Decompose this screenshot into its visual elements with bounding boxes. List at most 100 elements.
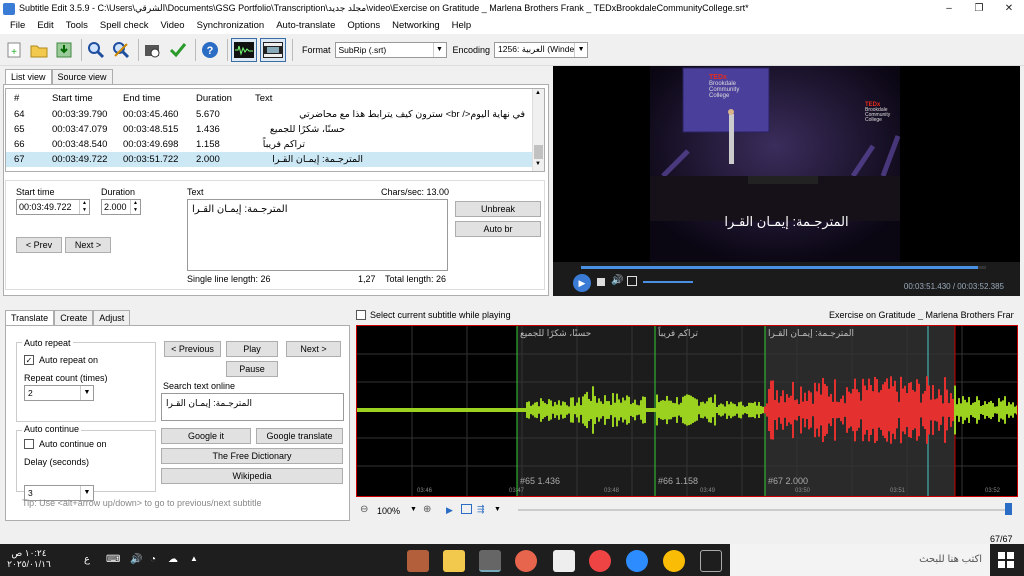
table-row[interactable]: 66 00:03:48.540 00:03:49.698 1.158 تراكم… (6, 137, 534, 152)
column-header-number[interactable]: # (14, 93, 19, 104)
google-it-button[interactable]: Google it (161, 428, 251, 444)
play-icon[interactable]: ▶ (573, 274, 591, 292)
audio-waveform[interactable]: حسنًا، شكرًا للجميع تراكم فريباً المترجـ… (356, 325, 1018, 497)
wifi-icon[interactable]: ◔ (150, 554, 156, 565)
tab-create[interactable]: Create (54, 310, 94, 325)
previous-button[interactable]: < Previous (164, 341, 221, 357)
menu-help[interactable]: Help (446, 20, 478, 31)
tab-list-view[interactable]: List view (5, 69, 52, 84)
column-header-text[interactable]: Text (255, 93, 272, 104)
free-dictionary-button[interactable]: The Free Dictionary (161, 448, 343, 464)
prev-button[interactable]: < Prev (16, 237, 62, 253)
open-folder-icon[interactable] (28, 39, 50, 61)
scroll-thumb[interactable] (534, 145, 543, 159)
minimize-button[interactable]: – (934, 3, 964, 14)
next-subtitle-button[interactable]: Next > (286, 341, 341, 357)
notepad-icon[interactable] (553, 550, 575, 572)
new-file-icon[interactable]: + (3, 39, 25, 61)
column-header-duration[interactable]: Duration (196, 93, 232, 104)
menu-edit[interactable]: Edit (31, 20, 59, 31)
close-button[interactable]: ✕ (994, 3, 1024, 14)
clock[interactable]: ١٠:٢٤ ص ٢٠٢٥/٠١/١٦ (4, 548, 54, 570)
save-icon[interactable] (53, 39, 75, 61)
encoding-select[interactable]: 1256: العربية (Winde ▼ (494, 41, 589, 58)
waveform-toggle-icon[interactable] (231, 37, 257, 62)
next-button[interactable]: Next > (65, 237, 111, 253)
taskbar-app-icon[interactable] (407, 550, 429, 572)
scroll-up-icon[interactable]: ▲ (535, 90, 541, 96)
auto-continue-checkbox[interactable] (24, 439, 34, 449)
table-row[interactable]: 65 00:03:47.079 00:03:48.515 1.436 حسنًا… (6, 122, 534, 137)
play-button[interactable]: Play (226, 341, 278, 357)
unbreak-button[interactable]: Unbreak (455, 201, 541, 217)
duration-input[interactable]: 2.000 ▲ ▼ (101, 199, 141, 215)
forward-chevron-down-icon[interactable]: ▼ (494, 506, 501, 513)
table-row-selected[interactable]: 67 00:03:49.722 00:03:51.722 2.000 المتر… (6, 152, 534, 167)
chrome-icon[interactable] (663, 550, 685, 572)
find-icon[interactable] (85, 39, 107, 61)
zoom-in-icon[interactable]: ⊕ (423, 504, 431, 515)
forward-icon[interactable]: ⇶ (477, 504, 485, 515)
start-time-input[interactable]: 00:03:49.722 ▲ ▼ (16, 199, 90, 215)
zoom-chevron-down-icon[interactable]: ▼ (410, 506, 417, 513)
scroll-down-icon[interactable]: ▼ (535, 161, 541, 167)
menu-auto-translate[interactable]: Auto-translate (270, 20, 341, 31)
menu-file[interactable]: File (4, 20, 31, 31)
menu-video[interactable]: Video (154, 20, 190, 31)
column-header-end[interactable]: End time (123, 93, 161, 104)
position-slider[interactable] (518, 509, 1008, 511)
keyboard-icon[interactable]: ⌨ (106, 554, 120, 565)
spin-arrows-icon[interactable]: ▲ ▼ (79, 200, 89, 214)
spell-check-icon[interactable] (167, 39, 189, 61)
menu-options[interactable]: Options (341, 20, 386, 31)
stop-icon[interactable] (597, 278, 605, 286)
volume-icon[interactable]: 🔊 (611, 275, 623, 286)
taskbar-app-icon[interactable] (515, 550, 537, 572)
subtitle-edit-taskbar-icon[interactable] (479, 550, 501, 572)
volume-slider[interactable] (643, 281, 693, 283)
volume-tray-icon[interactable]: 🔊 (130, 554, 142, 565)
maximize-button[interactable]: ❐ (964, 3, 994, 14)
visual-sync-icon[interactable] (142, 39, 164, 61)
format-select[interactable]: SubRip (.srt) ▼ (334, 41, 447, 58)
auto-br-button[interactable]: Auto br (455, 221, 541, 237)
tab-adjust[interactable]: Adjust (93, 310, 131, 325)
fullscreen-icon[interactable] (627, 276, 637, 286)
task-view-icon[interactable] (700, 550, 722, 572)
list-scrollbar[interactable]: ▲ ▼ (532, 89, 544, 171)
menu-networking[interactable]: Networking (386, 20, 446, 31)
subtitle-text-area[interactable]: المترجـمة: إيمـان القـرا (187, 199, 448, 271)
video-player[interactable]: TEDx Brookdale Community College TEDx Br… (553, 66, 1020, 296)
menu-spell-check[interactable]: Spell check (94, 20, 155, 31)
cloud-icon[interactable]: ☁ (168, 554, 178, 565)
position-slider-thumb[interactable] (1005, 503, 1012, 515)
grid-icon[interactable] (461, 504, 472, 514)
table-row[interactable]: 64 00:03:39.790 00:03:45.460 5.670 في نه… (6, 107, 534, 122)
language-indicator[interactable]: ع (84, 554, 90, 565)
file-explorer-icon[interactable] (443, 550, 465, 572)
play-waveform-icon[interactable]: ▶ (446, 505, 453, 516)
auto-repeat-checkbox[interactable]: ✓ (24, 355, 34, 365)
video-progress-track[interactable] (581, 266, 986, 269)
search-box[interactable]: اكتب هنا للبحث (730, 544, 990, 576)
menu-tools[interactable]: Tools (60, 20, 94, 31)
video-toggle-icon[interactable] (260, 37, 286, 62)
replace-icon[interactable] (110, 39, 132, 61)
windows-start-icon[interactable] (998, 552, 1014, 568)
search-text-input[interactable]: المترجـمة: إيمـان القـرا (161, 393, 344, 421)
zoom-out-icon[interactable]: ⊖ (360, 504, 368, 515)
tab-source-view[interactable]: Source view (51, 69, 113, 84)
google-translate-button[interactable]: Google translate (256, 428, 343, 444)
help-icon[interactable]: ? (199, 39, 221, 61)
pause-button[interactable]: Pause (226, 361, 278, 377)
select-while-playing-checkbox[interactable] (356, 310, 366, 320)
menu-synchronization[interactable]: Synchronization (191, 20, 271, 31)
column-header-start[interactable]: Start time (52, 93, 93, 104)
tab-translate[interactable]: Translate (5, 310, 55, 325)
chrome-icon[interactable] (589, 550, 611, 572)
tray-chevron-icon[interactable]: ▲ (190, 554, 198, 563)
wikipedia-button[interactable]: Wikipedia (161, 468, 343, 484)
repeat-count-select[interactable]: 2 ▼ (24, 385, 94, 401)
zoom-app-icon[interactable] (626, 550, 648, 572)
spin-arrows-icon[interactable]: ▲ ▼ (130, 200, 140, 214)
